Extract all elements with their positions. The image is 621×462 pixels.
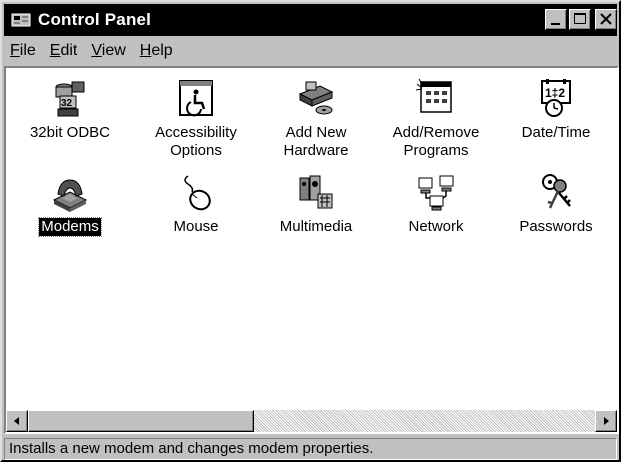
icon-label-line2: Hardware [283, 142, 349, 159]
svg-text:32: 32 [61, 98, 73, 109]
menu-view-accel: V [91, 42, 102, 59]
icon-date-time[interactable]: 1‡2 Date/Time [494, 78, 617, 142]
close-icon [600, 13, 612, 25]
icon-label: Multimedia [279, 218, 353, 235]
modem-phone-icon [52, 179, 88, 212]
arrow-left-icon [14, 417, 19, 425]
multimedia-icon [299, 175, 333, 209]
programs-icon [416, 78, 452, 113]
calendar-clock-icon: 1‡2 [541, 79, 571, 117]
icon-add-remove-programs[interactable]: Add/Remove Programs [374, 78, 498, 160]
icon-label-line2: Programs [403, 142, 469, 159]
menu-view[interactable]: View [84, 42, 132, 60]
icon-32bit-odbc[interactable]: 32 32bit ODBC [8, 78, 132, 142]
icon-accessibility-options[interactable]: Accessibility Options [134, 78, 258, 160]
icon-label-line2: Options [170, 142, 222, 159]
odbc-database-icon: 32 [55, 81, 85, 117]
maximize-icon [574, 13, 586, 24]
control-panel-window: Control Panel File Edit View Help 32 32b… [0, 0, 621, 462]
menu-edit-label: dit [60, 42, 78, 59]
arrow-right-icon [604, 417, 609, 425]
menu-help-accel: H [139, 42, 152, 59]
title-buttons [545, 9, 617, 30]
icon-add-new-hardware[interactable]: Add New Hardware [254, 78, 378, 160]
title-bar[interactable]: Control Panel [4, 4, 617, 36]
icon-label: Date/Time [521, 124, 591, 141]
minimize-icon [551, 23, 560, 25]
menu-edit-accel: E [49, 42, 61, 59]
keys-icon [542, 174, 571, 209]
scroll-thumb[interactable] [28, 410, 254, 432]
icon-view[interactable]: 32 32bit ODBC Accessibility Options Add … [4, 66, 619, 434]
icon-network[interactable]: Network [374, 172, 498, 236]
horizontal-scrollbar[interactable] [6, 410, 617, 432]
scroll-right-button[interactable] [595, 410, 617, 432]
window-title: Control Panel [38, 10, 152, 29]
close-button[interactable] [595, 9, 617, 30]
icon-label-line1: Add/Remove [392, 124, 480, 141]
icon-label-line1: Add New [285, 124, 347, 141]
menu-edit[interactable]: Edit [43, 42, 85, 60]
accessibility-icon [179, 80, 213, 117]
menu-help[interactable]: Help [133, 42, 180, 60]
menu-help-label: elp [151, 42, 173, 59]
icon-label-line1: Accessibility [155, 124, 237, 141]
hardware-icon [298, 81, 334, 115]
mouse-icon [184, 175, 211, 211]
menu-bar: File Edit View Help [4, 38, 617, 64]
icon-label: Mouse [173, 218, 219, 235]
icon-label: Network [408, 218, 464, 235]
scroll-left-button[interactable] [6, 410, 28, 432]
status-bar: Installs a new modem and changes modem p… [4, 438, 617, 460]
svg-text:1‡2: 1‡2 [545, 86, 565, 100]
icon-passwords[interactable]: Passwords [494, 172, 617, 236]
menu-file-accel: F [10, 42, 20, 59]
status-text: Installs a new modem and changes modem p… [9, 440, 374, 457]
network-icon [418, 175, 454, 211]
menu-file-label: ile [19, 42, 36, 59]
minimize-button[interactable] [545, 9, 567, 30]
menu-file[interactable]: File [4, 42, 43, 60]
maximize-button[interactable] [569, 9, 591, 30]
scroll-track[interactable] [28, 410, 595, 432]
control-panel-icon[interactable] [10, 10, 32, 30]
icon-label: Modems [38, 217, 102, 237]
icon-modems[interactable]: Modems [8, 172, 132, 237]
icon-label: 32bit ODBC [29, 124, 111, 141]
icon-label: Passwords [519, 218, 593, 235]
icon-mouse[interactable]: Mouse [134, 172, 258, 236]
icon-grid: 32 32bit ODBC Accessibility Options Add … [6, 68, 617, 410]
menu-view-label: iew [101, 42, 126, 59]
icon-multimedia[interactable]: Multimedia [254, 172, 378, 236]
